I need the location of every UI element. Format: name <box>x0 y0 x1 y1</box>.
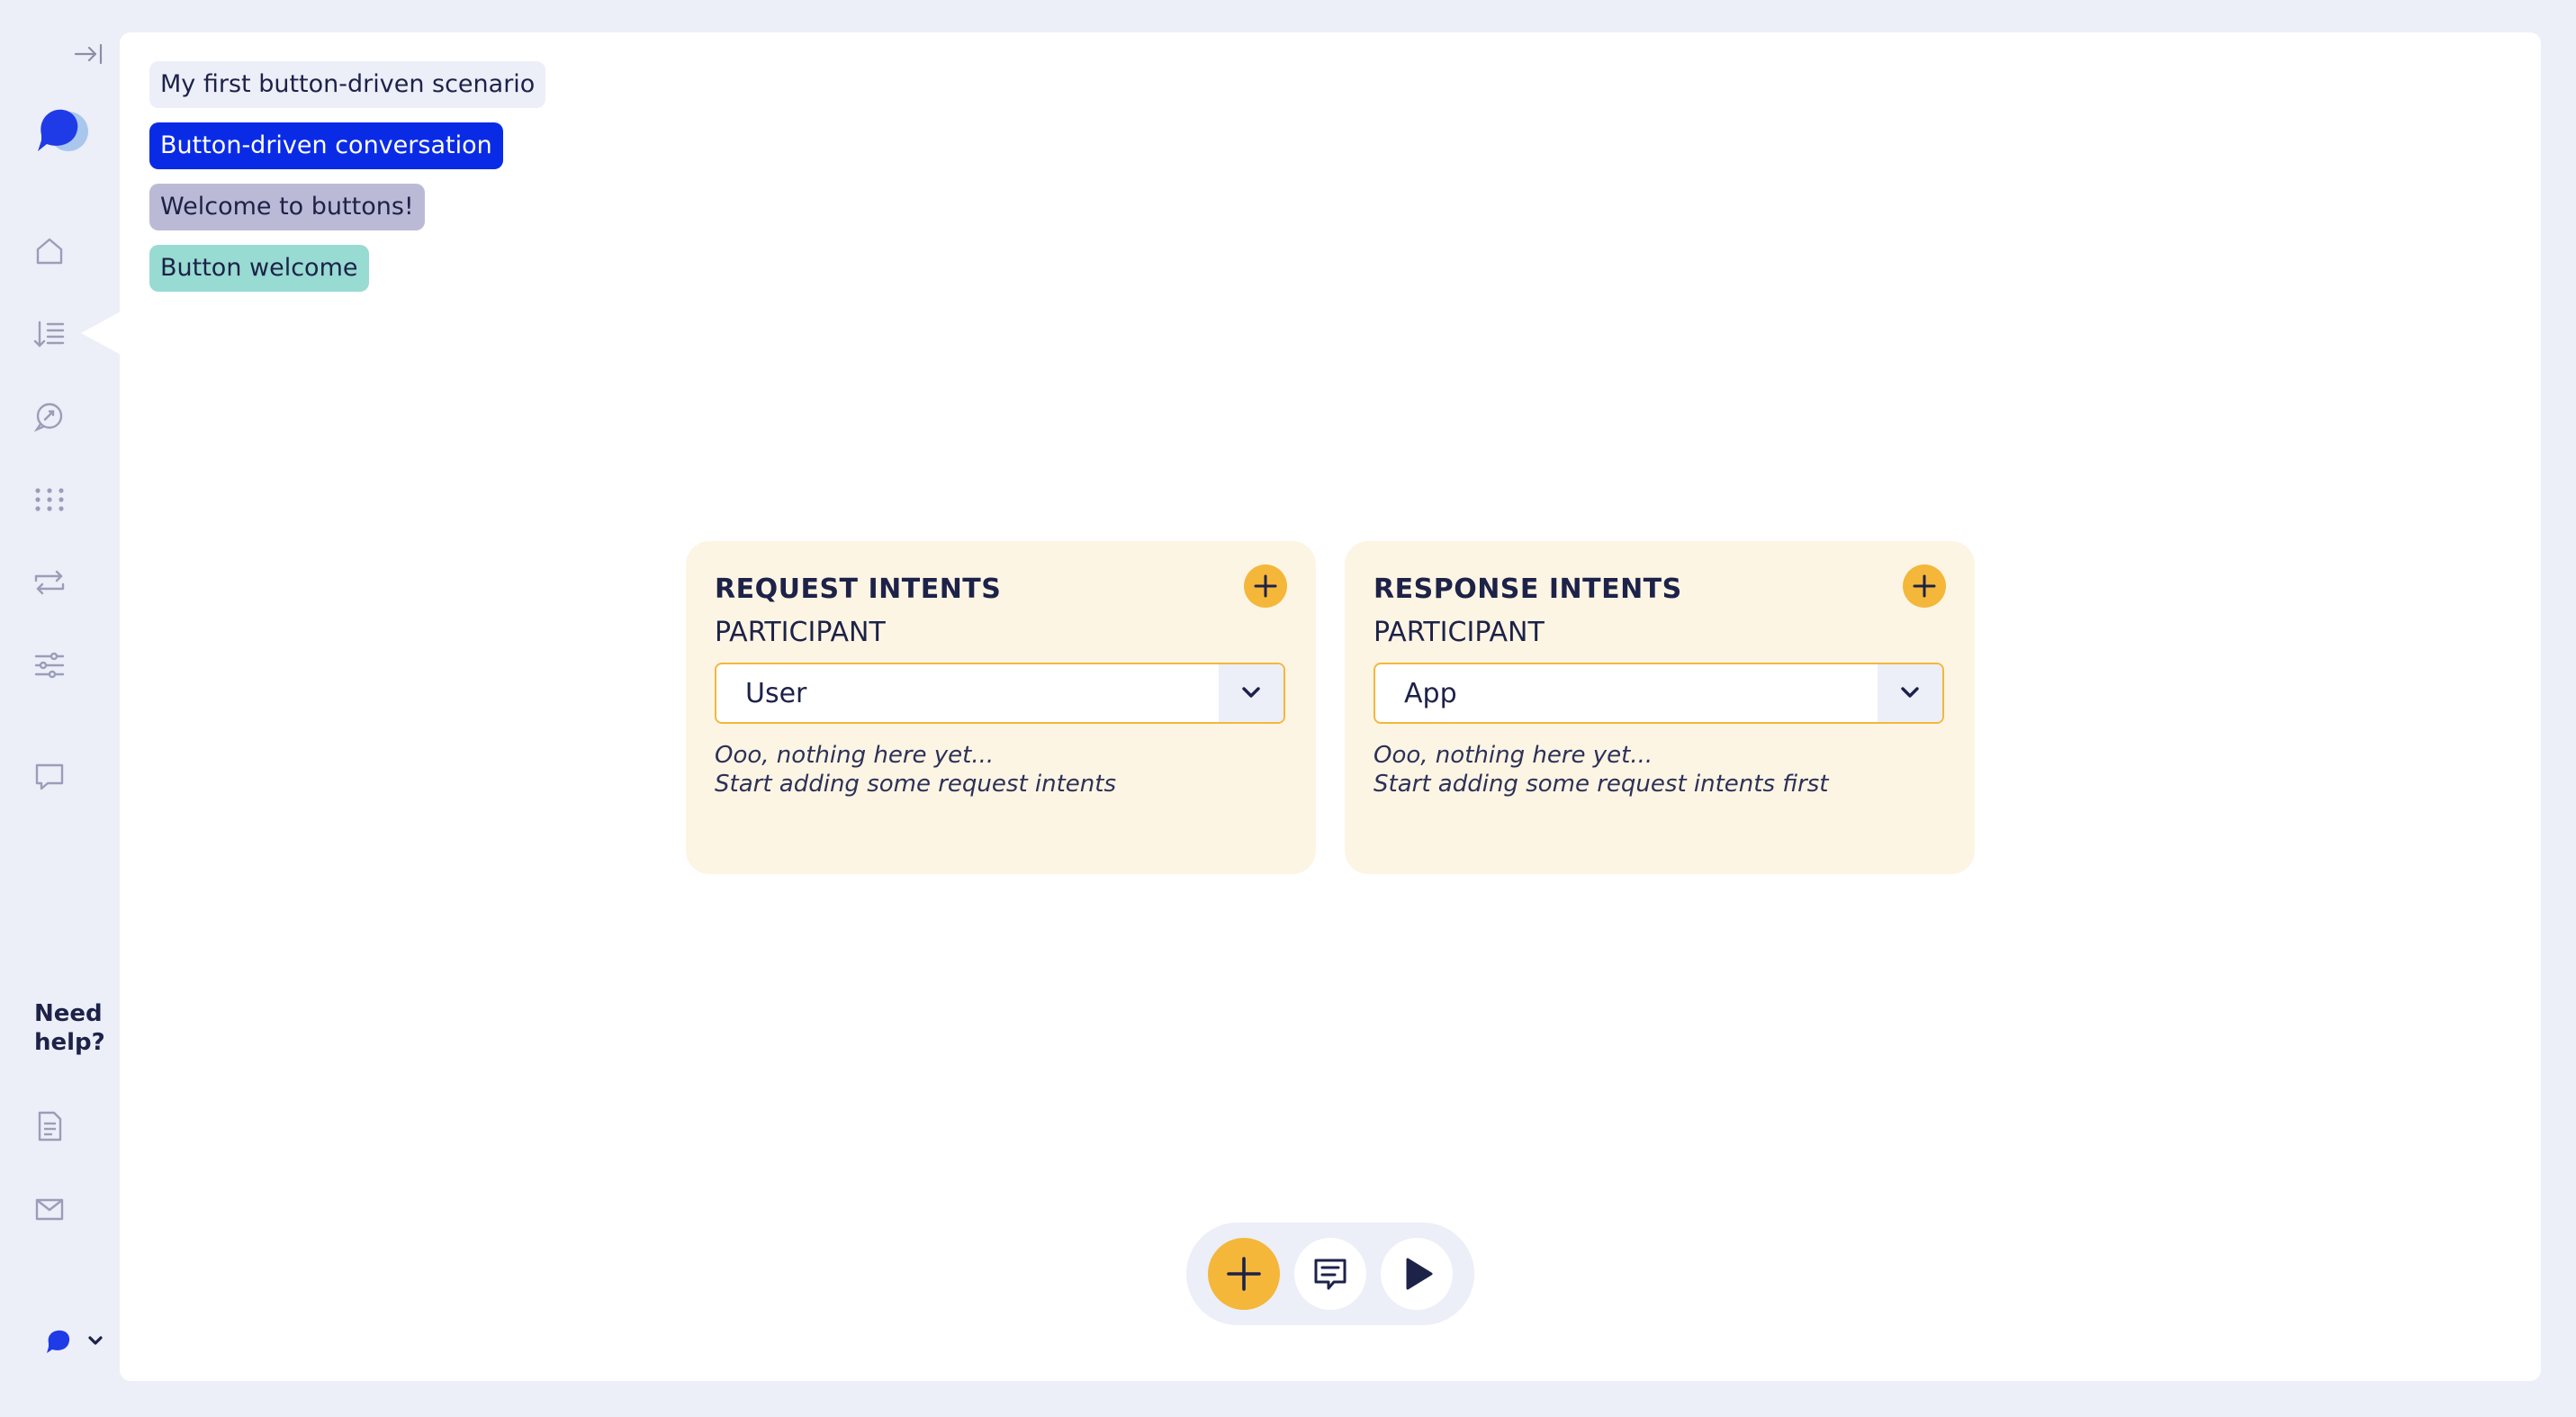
breadcrumb-turn[interactable]: Button welcome <box>149 245 369 292</box>
chevron-down-icon[interactable] <box>1878 664 1942 722</box>
mail-icon[interactable] <box>32 1192 67 1226</box>
empty-state-text: Ooo, nothing here yet... Start adding so… <box>1374 741 1829 799</box>
participant-label: PARTICIPANT <box>1374 617 1545 648</box>
response-participant-select[interactable]: App <box>1374 663 1944 724</box>
chevron-down-icon <box>88 1336 103 1345</box>
response-intents-card: RESPONSE INTENTS PARTICIPANT App Ooo, no… <box>1345 541 1975 874</box>
message-preview-icon <box>1314 1259 1347 1290</box>
chevron-down-icon[interactable] <box>1219 664 1283 722</box>
breadcrumb-conversation[interactable]: Button-driven conversation <box>149 122 503 169</box>
request-participant-select[interactable]: User <box>715 663 1285 724</box>
workspace-switcher[interactable] <box>43 1323 115 1359</box>
sidebar: Need help? <box>0 0 121 1417</box>
empty-state-line: Ooo, nothing here yet... <box>715 742 995 769</box>
breadcrumb: My first button-driven scenario Button-d… <box>149 61 546 306</box>
response-intents-title: RESPONSE INTENTS <box>1374 573 1682 605</box>
participant-label: PARTICIPANT <box>715 617 886 648</box>
chat-icon[interactable] <box>32 759 67 793</box>
collapse-arrow-icon[interactable] <box>74 41 104 67</box>
canvas-toolbar <box>1186 1223 1474 1325</box>
sliders-icon[interactable] <box>32 648 67 682</box>
swap-arrows-icon[interactable] <box>32 565 67 600</box>
add-response-intent-button[interactable] <box>1903 564 1946 608</box>
request-intents-title: REQUEST INTENTS <box>715 573 1002 605</box>
request-intents-card: REQUEST INTENTS PARTICIPANT User Ooo, no… <box>686 541 1316 874</box>
participant-value: App <box>1404 678 1457 709</box>
add-button[interactable] <box>1208 1238 1280 1310</box>
play-button[interactable] <box>1381 1238 1453 1310</box>
search-message-icon[interactable] <box>32 400 67 434</box>
empty-state-line: Start adding some request intents first <box>1374 771 1829 798</box>
empty-state-line: Start adding some request intents <box>715 771 1117 798</box>
add-request-intent-button[interactable] <box>1244 564 1287 608</box>
need-help-label: Need help? <box>34 1000 105 1056</box>
conversations-list-icon[interactable] <box>32 317 67 351</box>
play-icon <box>1406 1258 1433 1290</box>
chat-bubble-logo[interactable] <box>31 99 92 160</box>
participant-value: User <box>745 678 807 709</box>
active-nav-indicator <box>81 311 121 355</box>
home-icon[interactable] <box>32 234 67 268</box>
empty-state-line: Ooo, nothing here yet... <box>1374 742 1653 769</box>
document-icon[interactable] <box>32 1109 67 1143</box>
breadcrumb-scenario[interactable]: My first button-driven scenario <box>149 61 546 108</box>
empty-state-text: Ooo, nothing here yet... Start adding so… <box>715 741 1116 799</box>
grid-dots-icon[interactable] <box>32 483 67 517</box>
message-preview-button[interactable] <box>1294 1238 1366 1310</box>
breadcrumb-scene[interactable]: Welcome to buttons! <box>149 184 425 230</box>
